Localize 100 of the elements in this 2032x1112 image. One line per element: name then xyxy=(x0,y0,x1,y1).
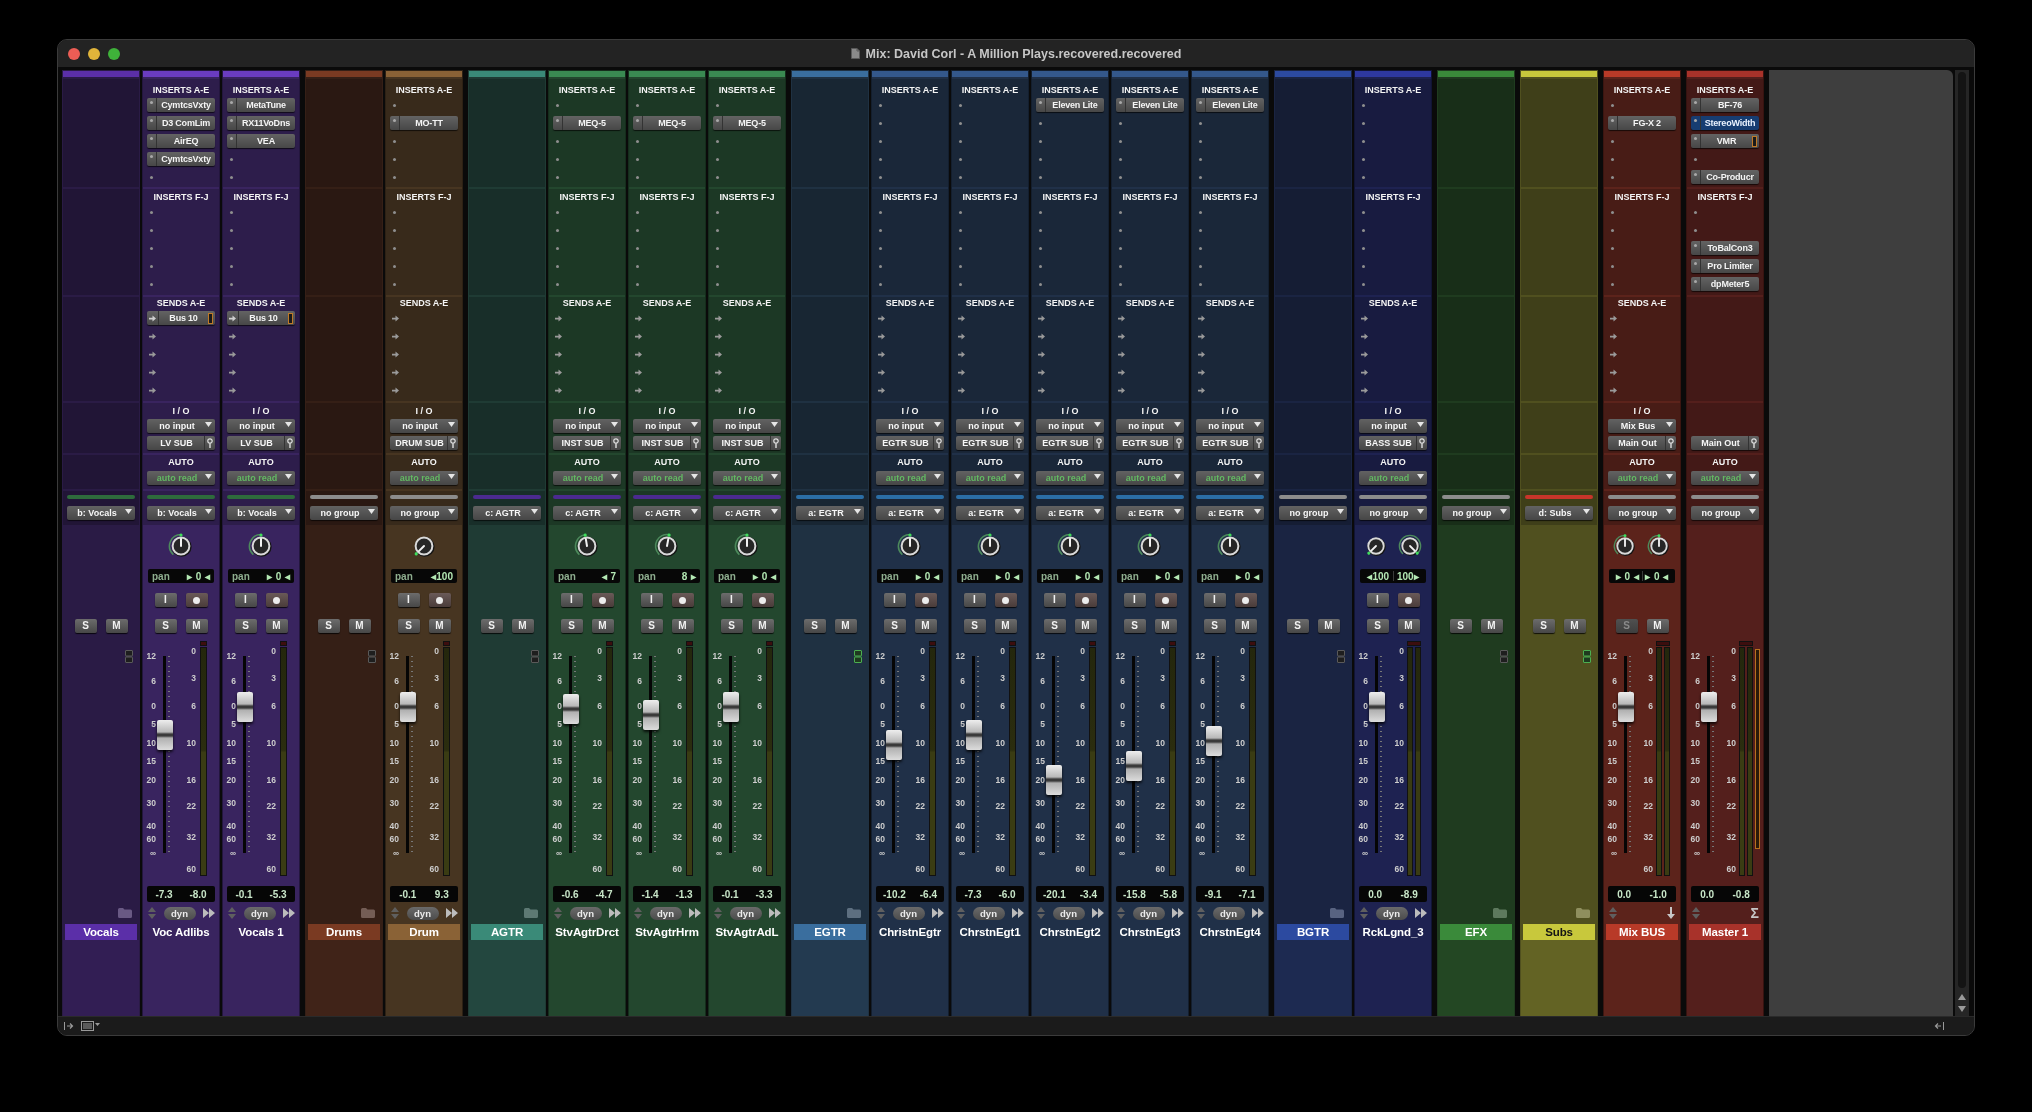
group-dropdown[interactable]: a: EGTR xyxy=(876,506,944,520)
dot-icon[interactable] xyxy=(1199,175,1202,179)
dot-icon[interactable] xyxy=(1362,210,1365,214)
fader-handle[interactable] xyxy=(966,719,982,750)
folder-icon[interactable] xyxy=(1493,908,1507,918)
track-name[interactable]: EFX xyxy=(1440,924,1512,940)
up-down-arrows-icon[interactable] xyxy=(1360,907,1368,919)
track-name[interactable]: Drums xyxy=(308,924,380,940)
dot-icon[interactable] xyxy=(1199,282,1202,286)
input-monitor-button[interactable]: I xyxy=(1043,593,1066,607)
mute-button[interactable]: M xyxy=(1317,619,1340,633)
solo-button[interactable]: S xyxy=(720,619,743,633)
dot-icon[interactable] xyxy=(1039,210,1042,214)
plugin-button[interactable]: MO-TT xyxy=(390,116,458,130)
pan-knob[interactable] xyxy=(1647,534,1671,558)
fader-handle[interactable] xyxy=(157,719,173,750)
dot-icon[interactable] xyxy=(1362,175,1365,179)
arrow-icon[interactable] xyxy=(958,350,965,358)
double-arrow-icon[interactable] xyxy=(1012,908,1024,918)
output-dropdown[interactable]: EGTR SUB xyxy=(1196,436,1264,450)
arrow-icon[interactable] xyxy=(1610,386,1617,394)
arrow-icon[interactable] xyxy=(715,350,722,358)
mute-button[interactable]: M xyxy=(511,619,534,633)
arrow-icon[interactable] xyxy=(878,350,885,358)
dyn-button[interactable]: dyn xyxy=(406,906,439,920)
group-dropdown[interactable]: a: EGTR xyxy=(796,506,864,520)
input-dropdown[interactable]: no input xyxy=(1196,419,1264,433)
pan-knob[interactable] xyxy=(168,533,194,559)
record-button[interactable] xyxy=(185,593,208,607)
fader-handle[interactable] xyxy=(886,729,902,760)
dot-icon[interactable] xyxy=(1039,282,1042,286)
pan-knob[interactable] xyxy=(574,533,600,559)
dot-icon[interactable] xyxy=(393,246,396,250)
arrow-icon[interactable] xyxy=(1361,314,1368,322)
fader-handle[interactable] xyxy=(1046,765,1062,796)
mute-button[interactable]: M xyxy=(1563,619,1586,633)
dot-icon[interactable] xyxy=(1611,282,1614,286)
solo-button[interactable]: S xyxy=(1043,619,1066,633)
record-button[interactable] xyxy=(428,593,451,607)
dot-icon[interactable] xyxy=(1119,210,1122,214)
dot-icon[interactable] xyxy=(150,228,153,232)
record-button[interactable] xyxy=(1074,593,1097,607)
group-dropdown[interactable]: b: Vocals xyxy=(67,506,135,520)
solo-button[interactable]: S xyxy=(963,619,986,633)
dot-icon[interactable] xyxy=(879,210,882,214)
arrow-icon[interactable] xyxy=(1038,350,1045,358)
pan-knob[interactable] xyxy=(1364,534,1388,558)
arrow-icon[interactable] xyxy=(715,314,722,322)
arrow-icon[interactable] xyxy=(1118,386,1125,394)
mute-button[interactable]: M xyxy=(591,619,614,633)
bar-arrow-icon[interactable] xyxy=(64,1021,74,1031)
arrow-icon[interactable] xyxy=(149,332,156,340)
zoom-button[interactable] xyxy=(108,47,120,60)
arrow-icon[interactable] xyxy=(635,314,642,322)
pan-knob[interactable] xyxy=(248,533,274,559)
dot-icon[interactable] xyxy=(879,282,882,286)
dot-icon[interactable] xyxy=(1039,139,1042,143)
dot-icon[interactable] xyxy=(959,210,962,214)
solo-button[interactable]: S xyxy=(480,619,503,633)
output-dropdown[interactable]: Main Out xyxy=(1608,436,1676,450)
arrow-icon[interactable] xyxy=(229,386,236,394)
arrow-icon[interactable] xyxy=(229,332,236,340)
group-dropdown[interactable]: no group xyxy=(1608,506,1676,520)
output-dropdown[interactable]: LV SUB xyxy=(227,436,295,450)
dot-icon[interactable] xyxy=(1611,210,1614,214)
arrow-icon[interactable] xyxy=(1610,350,1617,358)
fader-handle[interactable] xyxy=(1126,751,1142,782)
dyn-button[interactable]: dyn xyxy=(972,906,1005,920)
dot-icon[interactable] xyxy=(636,157,639,161)
arrow-icon[interactable] xyxy=(715,368,722,376)
double-arrow-icon[interactable] xyxy=(446,908,458,918)
plugin-button[interactable]: RX11VoDns xyxy=(227,116,295,130)
dot-icon[interactable] xyxy=(230,228,233,232)
arrow-icon[interactable] xyxy=(635,332,642,340)
track-name[interactable]: ChrstnEgt4 xyxy=(1197,924,1263,940)
fader-handle[interactable] xyxy=(1206,725,1222,756)
plugin-button[interactable]: FG-X 2 xyxy=(1608,116,1676,130)
record-button[interactable] xyxy=(1397,593,1420,607)
dot-icon[interactable] xyxy=(1611,246,1614,250)
input-monitor-button[interactable]: I xyxy=(640,593,663,607)
arrow-icon[interactable] xyxy=(878,368,885,376)
dot-icon[interactable] xyxy=(879,175,882,179)
folder-icon[interactable] xyxy=(361,908,375,918)
dot-icon[interactable] xyxy=(1362,246,1365,250)
dot-icon[interactable] xyxy=(879,228,882,232)
dot-icon[interactable] xyxy=(230,246,233,250)
arrow-icon[interactable] xyxy=(1361,350,1368,358)
arrow-icon[interactable] xyxy=(1038,314,1045,322)
dot-icon[interactable] xyxy=(1199,139,1202,143)
track-name[interactable]: Drum xyxy=(388,924,460,940)
plugin-button[interactable]: MEQ-5 xyxy=(633,116,701,130)
pan-knob[interactable] xyxy=(1057,533,1083,559)
dot-icon[interactable] xyxy=(556,264,559,268)
output-dropdown[interactable]: INST SUB xyxy=(633,436,701,450)
solo-button[interactable]: S xyxy=(1532,619,1555,633)
arrow-icon[interactable] xyxy=(878,386,885,394)
group-dropdown[interactable]: a: EGTR xyxy=(1036,506,1104,520)
solo-button[interactable]: S xyxy=(154,619,177,633)
dot-icon[interactable] xyxy=(1119,264,1122,268)
arrow-icon[interactable] xyxy=(555,350,562,358)
